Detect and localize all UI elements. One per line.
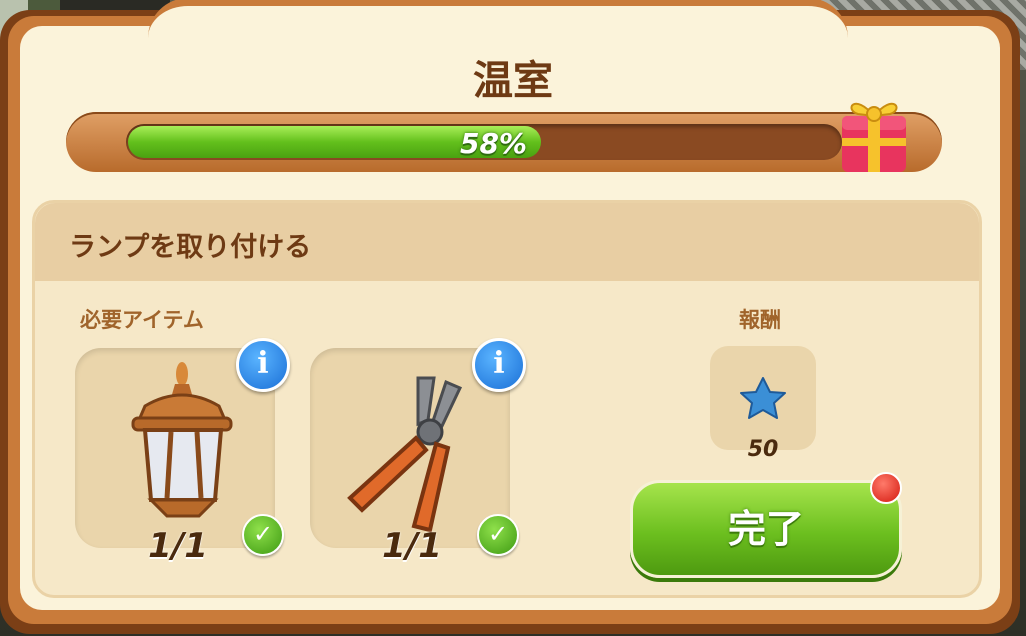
blue-star-icon [740, 377, 786, 419]
notification-dot [870, 472, 902, 504]
gift-box-icon[interactable] [836, 86, 912, 176]
reward-label: 報酬 [739, 308, 781, 332]
item-count: 1/1 [148, 526, 208, 566]
quest-title: ランプを取り付ける [69, 232, 312, 263]
item-count: 1/1 [382, 526, 442, 566]
reward-slot [710, 346, 816, 450]
progress-fill: 58% [128, 126, 541, 160]
check-icon: ✓ [242, 514, 284, 556]
quest-header: ランプを取り付ける [35, 203, 979, 281]
reward-value: 50 [747, 437, 779, 462]
item-info-button[interactable]: i [236, 338, 290, 392]
item-info-button[interactable]: i [472, 338, 526, 392]
check-icon: ✓ [477, 514, 519, 556]
complete-button[interactable]: 完了 [630, 480, 902, 578]
progress-bar: 58% [66, 112, 942, 172]
progress-track: 58% [126, 124, 842, 160]
required-items-label: 必要アイテム [80, 308, 204, 332]
progress-label: 58% [459, 127, 527, 160]
